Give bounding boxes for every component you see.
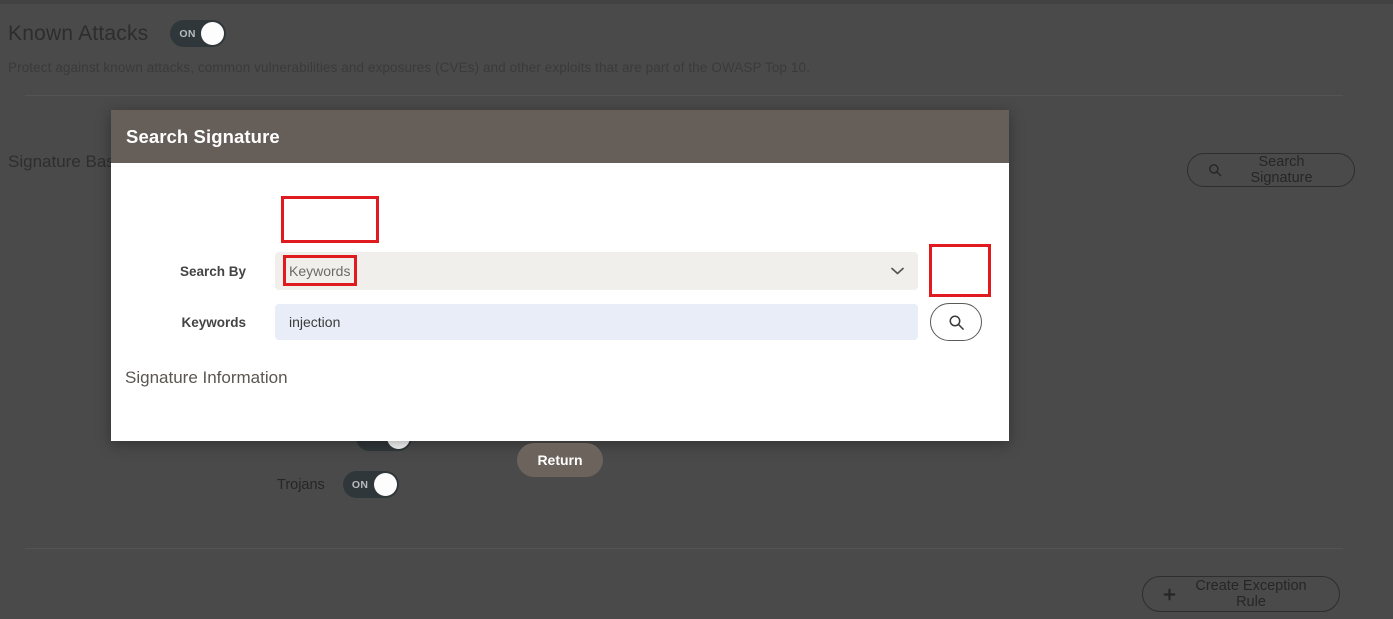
search-icon xyxy=(1208,163,1222,177)
modal-body: Search By Keywords Keywords injection Si… xyxy=(111,163,1009,477)
trojans-label: Trojans xyxy=(277,476,325,493)
create-exception-rule-label: Create Exception Rule xyxy=(1195,578,1307,610)
search-by-select[interactable]: Keywords xyxy=(275,252,918,290)
modal-title: Search Signature xyxy=(126,125,280,147)
search-signature-modal: Search Signature Search By Keywords Keyw… xyxy=(111,110,1009,477)
search-submit-icon-button[interactable] xyxy=(930,303,982,341)
known-attacks-toggle[interactable]: ON xyxy=(170,20,227,47)
signature-information-heading: Signature Information xyxy=(125,368,288,387)
keywords-input[interactable] xyxy=(275,304,918,340)
divider-bottom xyxy=(25,548,1343,549)
keywords-field-wrap xyxy=(275,304,918,340)
toggle-knob xyxy=(373,473,397,496)
search-by-field-wrap: Keywords xyxy=(275,252,918,290)
search-signature-button[interactable]: Search Signature xyxy=(1187,153,1355,187)
trojans-toggle-label: ON xyxy=(351,478,369,491)
signature-based-label: Signature Bas xyxy=(8,152,115,171)
plus-icon xyxy=(1163,588,1176,601)
search-signature-button-label: Search Signature xyxy=(1250,154,1313,186)
section-description: Protect against known attacks, common vu… xyxy=(8,60,810,75)
create-exception-rule-button[interactable]: Create Exception Rule xyxy=(1142,576,1340,612)
known-attacks-toggle-label: ON xyxy=(179,27,196,40)
trojans-row: Trojans ON xyxy=(277,471,399,498)
search-by-row: Search By Keywords xyxy=(111,252,918,290)
toggle-knob xyxy=(201,22,225,45)
search-by-label: Search By xyxy=(179,263,246,279)
divider-top xyxy=(25,95,1343,96)
top-strip xyxy=(0,0,1393,4)
return-button[interactable]: Return xyxy=(517,443,603,477)
trojans-toggle[interactable]: ON xyxy=(342,471,399,498)
search-icon xyxy=(948,314,965,331)
modal-header: Search Signature xyxy=(111,110,1009,163)
keywords-label: Keywords xyxy=(181,314,246,330)
page-title: Known Attacks xyxy=(8,21,149,45)
keywords-row: Keywords xyxy=(111,304,918,340)
known-attacks-row: Known Attacks ON xyxy=(8,20,227,47)
